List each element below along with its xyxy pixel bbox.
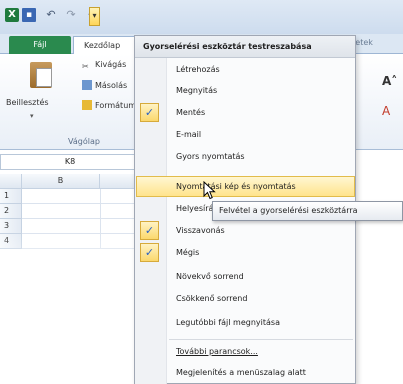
paste-dropdown-icon[interactable]: ▾ xyxy=(30,112,34,120)
menu-item-open[interactable]: Megnyitás xyxy=(136,80,355,101)
menu-item-save[interactable]: ✓ Mentés xyxy=(136,102,355,123)
menu-item-sort-descending[interactable]: Csökkenő sorrend xyxy=(136,288,355,309)
menu-item-label: Mentés xyxy=(176,108,206,117)
tab-file[interactable]: Fájl xyxy=(9,36,71,54)
checkmark-icon: ✓ xyxy=(140,243,159,262)
clipboard-group-label: Vágólap xyxy=(68,137,100,146)
select-all-corner[interactable] xyxy=(0,174,22,189)
copy-icon xyxy=(82,80,92,90)
grow-font-icon[interactable]: A˄ xyxy=(382,74,397,88)
excel-logo-icon: X xyxy=(5,8,19,22)
undo-icon[interactable]: ↶ xyxy=(44,8,58,22)
menu-item-label: Megnyitás xyxy=(176,86,218,95)
menu-item-more-commands[interactable]: További parancsok... xyxy=(136,341,355,362)
screenshot-stage: X ▪ ↶ ↷ · ▾ Fájl Kezdőlap pletek Beilles… xyxy=(0,0,403,384)
menu-item-label: Növekvő sorrend xyxy=(176,272,244,281)
copy-button[interactable]: Másolás xyxy=(82,80,127,90)
menu-item-print-preview[interactable]: Nyomtatási kép és nyomtatás xyxy=(136,176,355,197)
menu-item-label: Megjelenítés a menüszalag alatt xyxy=(176,368,306,377)
menu-item-label: Visszavonás xyxy=(176,226,225,235)
format-painter-button[interactable]: Formátum xyxy=(82,100,136,110)
font-color-icon[interactable]: A xyxy=(382,104,390,118)
row-header[interactable]: 1 xyxy=(0,189,22,204)
menu-item-sort-ascending[interactable]: Növekvő sorrend xyxy=(136,266,355,287)
add-to-qat-tooltip: Felvétel a gyorselérési eszköztárra xyxy=(212,201,403,221)
menu-item-label: Legutóbbi fájl megnyitása xyxy=(176,318,280,327)
menu-item-new[interactable]: Létrehozás xyxy=(136,59,355,80)
paste-button-label[interactable]: Beillesztés xyxy=(6,98,49,107)
menu-item-label: Mégis xyxy=(176,248,200,257)
menu-item-redo[interactable]: ✓ Mégis xyxy=(136,242,355,263)
menu-item-label: Létrehozás xyxy=(176,65,220,74)
paste-icon[interactable] xyxy=(30,62,52,88)
cut-label: Kivágás xyxy=(95,60,127,69)
quick-access-toolbar: X ▪ ↶ ↷ · ▾ xyxy=(0,0,403,34)
checkmark-icon: ✓ xyxy=(140,103,159,122)
menu-item-email[interactable]: E-mail xyxy=(136,124,355,145)
column-header-b[interactable]: B xyxy=(22,174,100,189)
menu-item-undo[interactable]: ✓ Visszavonás xyxy=(136,220,355,241)
table-row[interactable] xyxy=(22,189,140,204)
checkmark-icon: ✓ xyxy=(140,221,159,240)
scissors-icon: ✂ xyxy=(82,62,89,71)
menu-item-quick-print[interactable]: Gyors nyomtatás xyxy=(136,146,355,167)
menu-item-open-recent[interactable]: Legutóbbi fájl megnyitása xyxy=(136,312,355,333)
row-header[interactable]: 2 xyxy=(0,204,22,219)
copy-label: Másolás xyxy=(95,81,128,90)
name-box[interactable]: K8 xyxy=(0,154,140,170)
cut-button[interactable]: ✂ Kivágás xyxy=(82,60,126,72)
customize-qat-dropdown-button[interactable]: ▾ xyxy=(89,7,100,26)
menu-separator xyxy=(169,339,353,340)
save-icon[interactable]: ▪ xyxy=(22,8,36,22)
table-row[interactable] xyxy=(22,204,140,219)
menu-item-label: Gyors nyomtatás xyxy=(176,152,245,161)
format-painter-icon xyxy=(82,100,92,110)
tab-home[interactable]: Kezdőlap xyxy=(73,36,139,55)
menu-item-label: E-mail xyxy=(176,130,202,139)
menu-item-show-below-ribbon[interactable]: Megjelenítés a menüszalag alatt xyxy=(136,362,355,383)
menu-item-label: További parancsok... xyxy=(176,347,258,356)
menu-item-label: Csökkenő sorrend xyxy=(176,294,248,303)
redo-icon[interactable]: ↷ xyxy=(64,8,78,22)
format-painter-label: Formátum xyxy=(95,101,137,110)
menu-item-label: Nyomtatási kép és nyomtatás xyxy=(176,182,296,191)
menu-title: Gyorselérési eszköztár testreszabása xyxy=(135,36,355,58)
